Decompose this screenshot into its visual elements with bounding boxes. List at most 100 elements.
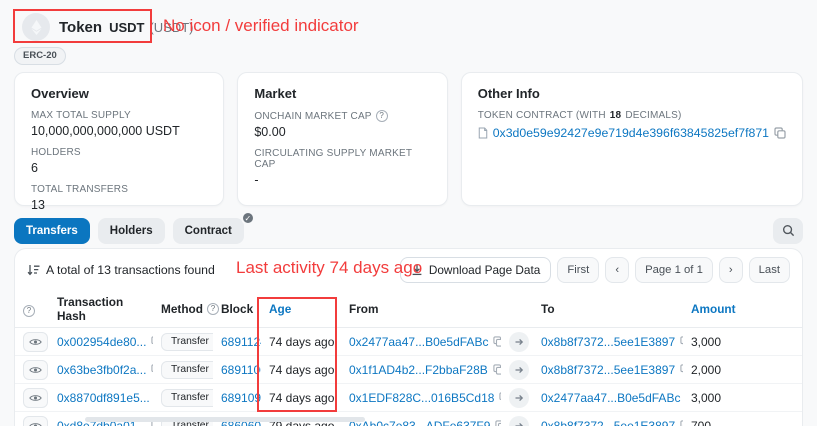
tabs-row: Transfers Holders Contract ✓ [14, 217, 803, 244]
token-header: Token USDT (USDT) [0, 0, 817, 42]
overview-card-title: Overview [31, 86, 207, 101]
from-address-link[interactable]: 0xAb0c7e83...ADFe637F9 [349, 419, 490, 426]
to-address-link[interactable]: 0x8b8f7372...5ee1E3897 [541, 363, 675, 377]
token-symbol: USDT [109, 20, 144, 35]
overview-card: Overview MAX TOTAL SUPPLY 10,000,000,000… [14, 72, 224, 206]
amount-cell: 3,000 [683, 384, 802, 412]
token-contract-label-suffix: DECIMALS) [625, 110, 681, 121]
copy-icon[interactable] [499, 392, 501, 403]
amount-cell: 2,000 [683, 356, 802, 384]
eye-button[interactable] [23, 332, 48, 352]
transfers-panel: A total of 13 transactions found Downloa… [14, 248, 803, 426]
table-row: 0x002954de80... Transfer 6891124 74 days… [15, 328, 802, 356]
transfers-summary: A total of 13 transactions found [46, 263, 215, 277]
tab-contract[interactable]: Contract [173, 218, 244, 244]
copy-icon[interactable] [151, 336, 153, 347]
pagination-first-button[interactable]: First [557, 257, 599, 283]
age-cell: 74 days ago [261, 328, 341, 356]
tx-hash-link[interactable]: 0x8870df891e5... [57, 391, 150, 405]
pagination-next-button[interactable]: › [719, 257, 743, 283]
download-page-data-button[interactable]: Download Page Data [400, 257, 552, 283]
market-card: Market ONCHAIN MARKET CAP ? $0.00 CIRCUL… [237, 72, 447, 206]
max-total-supply-value: 10,000,000,000,000 USDT [31, 124, 207, 138]
contract-address-link[interactable]: 0x3d0e59e92427e9e719d4e396f63845825ef7f8… [493, 126, 769, 140]
market-card-title: Market [254, 86, 430, 101]
holders-label: HOLDERS [31, 147, 207, 158]
pagination-page-indicator: Page 1 of 1 [635, 257, 713, 283]
to-address-link[interactable]: 0x8b8f7372...5ee1E3897 [541, 419, 675, 426]
document-icon [478, 127, 488, 139]
table-row: 0x8870df891e5... Transfer 6891092 74 day… [15, 384, 802, 412]
eye-button[interactable] [23, 388, 48, 408]
tab-transfers[interactable]: Transfers [14, 218, 90, 244]
holders-value: 6 [31, 161, 207, 175]
from-address-link[interactable]: 0x1EDF828C...016B5Cd18 [349, 391, 494, 405]
info-cards: Overview MAX TOTAL SUPPLY 10,000,000,000… [14, 72, 803, 206]
copy-icon[interactable] [151, 364, 153, 375]
total-transfers-value: 13 [31, 198, 207, 212]
copy-icon[interactable] [774, 127, 786, 139]
eye-icon [29, 393, 42, 403]
circulating-supply-market-cap-label: CIRCULATING SUPPLY MARKET CAP [254, 148, 430, 170]
pagination-prev-button[interactable]: ‹ [605, 257, 629, 283]
eye-icon [29, 421, 42, 426]
from-address-link[interactable]: 0x1f1AD4b2...F2bbaF28B [349, 363, 488, 377]
download-page-data-label: Download Page Data [429, 263, 541, 277]
age-cell: 74 days ago [261, 356, 341, 384]
eye-button[interactable] [23, 360, 48, 380]
transfers-tbody: 0x002954de80... Transfer 6891124 74 days… [15, 328, 802, 426]
onchain-market-cap-value: $0.00 [254, 125, 430, 139]
tab-holders[interactable]: Holders [98, 218, 165, 244]
help-icon[interactable]: ? [207, 303, 219, 315]
page-title: Token [59, 19, 102, 36]
tx-hash-link[interactable]: 0x63be3fb0f2a... [57, 363, 146, 377]
copy-icon[interactable] [495, 420, 501, 426]
tx-hash-link[interactable]: 0x002954de80... [57, 335, 146, 349]
copy-icon[interactable] [493, 364, 501, 375]
copy-icon[interactable] [680, 364, 683, 375]
download-icon [411, 264, 423, 276]
arrow-right-icon [509, 388, 529, 408]
horizontal-scrollbar[interactable] [85, 417, 365, 422]
column-header-block: Block [213, 291, 261, 328]
sort-icon[interactable] [27, 264, 40, 276]
arrow-right-icon [509, 416, 529, 426]
copy-icon[interactable] [680, 420, 683, 426]
column-header-age[interactable]: Age [261, 291, 341, 328]
column-header-amount[interactable]: Amount [683, 291, 802, 328]
help-icon[interactable]: ? [376, 110, 388, 122]
other-info-card: Other Info TOKEN CONTRACT (WITH 18 DECIM… [461, 72, 803, 206]
onchain-market-cap-label-text: ONCHAIN MARKET CAP [254, 111, 371, 122]
column-header-to: To [533, 291, 683, 328]
amount-cell: 3,000 [683, 328, 802, 356]
arrow-right-icon [509, 332, 529, 352]
eye-icon [29, 365, 42, 375]
arrow-right-icon [509, 360, 529, 380]
column-header-arrow [501, 291, 533, 328]
other-info-card-title: Other Info [478, 86, 786, 101]
to-address-link[interactable]: 0x2477aa47...B0e5dFABc [541, 391, 680, 405]
eye-icon [29, 337, 42, 347]
block-link[interactable]: 6891106 [221, 363, 261, 377]
method-badge: Transfer [161, 389, 213, 407]
token-symbol-secondary: (USDT) [149, 20, 193, 35]
from-address-link[interactable]: 0x2477aa47...B0e5dFABc [349, 335, 488, 349]
copy-icon[interactable] [493, 336, 501, 347]
eye-button[interactable] [23, 416, 48, 426]
column-header-transaction-hash: Transaction Hash [49, 291, 153, 328]
circulating-supply-market-cap-value: - [254, 173, 430, 187]
help-icon[interactable]: ? [23, 305, 35, 317]
column-header-method: Method ? [153, 291, 213, 328]
token-contract-label-prefix: TOKEN CONTRACT (WITH [478, 110, 606, 121]
column-header-from: From [341, 291, 501, 328]
table-header-row: ? Transaction Hash Method ? Block Age Fr… [15, 291, 802, 328]
block-link[interactable]: 6891092 [221, 391, 261, 405]
method-badge: Transfer [161, 333, 213, 351]
block-link[interactable]: 6891124 [221, 335, 261, 349]
column-header-method-label: Method [161, 302, 203, 316]
to-address-link[interactable]: 0x8b8f7372...5ee1E3897 [541, 335, 675, 349]
table-row: 0x63be3fb0f2a... Transfer 6891106 74 day… [15, 356, 802, 384]
pagination-last-button[interactable]: Last [749, 257, 790, 283]
copy-icon[interactable] [680, 336, 683, 347]
search-button[interactable] [773, 218, 803, 244]
